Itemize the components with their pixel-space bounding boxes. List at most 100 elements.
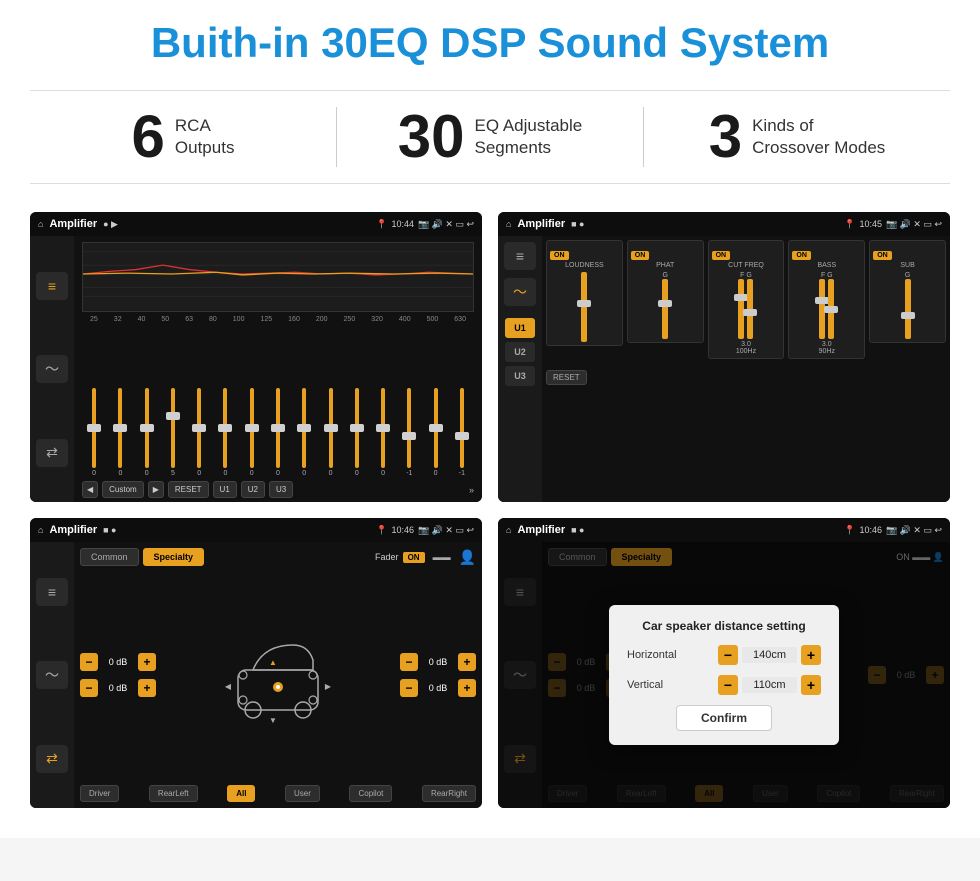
dialog-icons: 📷 🔊 ✕ ▭ ↩ [886, 525, 942, 536]
fader-minus-3[interactable]: − [400, 653, 418, 671]
eq-track-14[interactable] [460, 388, 464, 468]
eq-track-12[interactable] [407, 388, 411, 468]
eq-track-8[interactable] [302, 388, 306, 468]
xover-u2[interactable]: U2 [505, 342, 535, 362]
xover-eq-icon[interactable]: ≡ [504, 242, 536, 270]
eq-sidebar-arrows-btn[interactable]: ⇄ [36, 439, 68, 467]
fader-status-right: 📍 10:46 📷 🔊 ✕ ▭ ↩ [376, 525, 474, 536]
eq-handle-11[interactable] [376, 424, 390, 432]
eq-track-0[interactable] [92, 388, 96, 468]
fader-all-btn[interactable]: All [227, 785, 255, 802]
xover-cutfreq-on[interactable]: ON [712, 251, 731, 260]
eq-home-icon[interactable]: ⌂ [38, 219, 43, 229]
fader-minus-4[interactable]: − [400, 679, 418, 697]
fader-plus-3[interactable]: + [458, 653, 476, 671]
dialog-horizontal-minus[interactable]: − [718, 645, 738, 665]
fader-minus-2[interactable]: − [80, 679, 98, 697]
eq-track-2[interactable] [145, 388, 149, 468]
eq-handle-0[interactable] [87, 424, 101, 432]
dialog-horizontal-plus[interactable]: + [801, 645, 821, 665]
eq-track-1[interactable] [118, 388, 122, 468]
eq-handle-3[interactable] [166, 412, 180, 420]
eq-handle-13[interactable] [429, 424, 443, 432]
eq-track-13[interactable] [434, 388, 438, 468]
fader-copilot-btn[interactable]: Copilot [349, 785, 392, 802]
fader-user-btn[interactable]: User [285, 785, 320, 802]
eq-handle-12[interactable] [402, 432, 416, 440]
eq-sliders: 0 0 0 5 [82, 327, 474, 477]
eq-handle-6[interactable] [245, 424, 259, 432]
svg-text:▲: ▲ [269, 658, 277, 667]
eq-handle-7[interactable] [271, 424, 285, 432]
xover-loudness-on[interactable]: ON [550, 251, 569, 260]
eq-handle-2[interactable] [140, 424, 154, 432]
eq-sidebar-wave-btn[interactable]: 〜 [36, 355, 68, 383]
xover-loudness: ON LOUDNESS [546, 240, 623, 346]
eq-slider-14: -1 [450, 388, 474, 477]
fader-db-row-4: − 0 dB + [400, 679, 476, 697]
eq-u3-btn[interactable]: U3 [269, 481, 293, 498]
fader-car-diagram: ▲ ▼ ◀ ▶ [164, 625, 392, 725]
fader-minus-1[interactable]: − [80, 653, 98, 671]
fader-tab-specialty[interactable]: Specialty [143, 548, 205, 566]
eq-main-area: 25 32 40 50 63 80 100 125 160 200 250 32… [74, 236, 482, 502]
dialog-vertical-minus[interactable]: − [718, 675, 738, 695]
xover-cutfreq-label: CUT FREQ [712, 262, 781, 269]
eq-handle-10[interactable] [350, 424, 364, 432]
eq-next-btn[interactable]: ▶ [148, 481, 164, 498]
confirm-button[interactable]: Confirm [676, 705, 772, 731]
fader-app-title: Amplifier [49, 524, 97, 536]
xover-reset-btn[interactable]: RESET [546, 370, 587, 385]
fader-rearright-btn[interactable]: RearRight [422, 785, 476, 802]
eq-track-5[interactable] [223, 388, 227, 468]
fader-car-svg: ▲ ▼ ◀ ▶ [223, 625, 333, 725]
eq-u2-btn[interactable]: U2 [241, 481, 265, 498]
dialog-home-icon[interactable]: ⌂ [506, 525, 511, 535]
eq-handle-5[interactable] [218, 424, 232, 432]
xover-u1[interactable]: U1 [505, 318, 535, 338]
xover-home-icon[interactable]: ⌂ [506, 219, 511, 229]
eq-track-9[interactable] [329, 388, 333, 468]
dialog-vertical-plus[interactable]: + [801, 675, 821, 695]
fader-sb-eq[interactable]: ≡ [36, 578, 68, 606]
fader-plus-1[interactable]: + [138, 653, 156, 671]
fader-tab-common[interactable]: Common [80, 548, 139, 566]
xover-bass-on[interactable]: ON [792, 251, 811, 260]
eq-handle-8[interactable] [297, 424, 311, 432]
eq-u1-btn[interactable]: U1 [213, 481, 237, 498]
eq-reset-btn[interactable]: RESET [168, 481, 209, 498]
eq-handle-4[interactable] [192, 424, 206, 432]
eq-sidebar-eq-btn[interactable]: ≡ [36, 272, 68, 300]
fader-sb-car[interactable]: ⇄ [36, 745, 68, 773]
xover-sub-on[interactable]: ON [873, 251, 892, 260]
fader-rearleft-btn[interactable]: RearLeft [149, 785, 198, 802]
xover-wave-icon[interactable]: 〜 [504, 278, 536, 306]
eq-prev-btn[interactable]: ◀ [82, 481, 98, 498]
xover-sub-slider[interactable] [905, 279, 911, 339]
fader-sb-wave[interactable]: 〜 [36, 661, 68, 689]
xover-loudness-slider[interactable] [581, 272, 587, 342]
fader-on-badge[interactable]: ON [403, 552, 425, 563]
fader-plus-2[interactable]: + [138, 679, 156, 697]
eq-track-3[interactable] [171, 388, 175, 468]
fader-plus-4[interactable]: + [458, 679, 476, 697]
xover-bass-slider2[interactable] [828, 279, 834, 339]
eq-track-7[interactable] [276, 388, 280, 468]
xover-phat-on[interactable]: ON [631, 251, 650, 260]
eq-track-10[interactable] [355, 388, 359, 468]
xover-phat-slider[interactable] [662, 279, 668, 339]
xover-icons: 📷 🔊 ✕ ▭ ↩ [886, 219, 942, 230]
eq-track-4[interactable] [197, 388, 201, 468]
eq-track-11[interactable] [381, 388, 385, 468]
fader-home-icon[interactable]: ⌂ [38, 525, 43, 535]
eq-track-6[interactable] [250, 388, 254, 468]
xover-screen: ⌂ Amplifier ■ ● 📍 10:45 📷 🔊 ✕ ▭ ↩ ≡ 〜 U1 [498, 212, 950, 502]
stat-eq: 30 EQ AdjustableSegments [337, 107, 643, 167]
fader-driver-btn[interactable]: Driver [80, 785, 119, 802]
xover-u3[interactable]: U3 [505, 366, 535, 386]
eq-handle-14[interactable] [455, 432, 469, 440]
fader-db-left: − 0 dB + − 0 dB + [80, 653, 156, 697]
xover-cutfreq-slider2[interactable] [747, 279, 753, 339]
eq-handle-9[interactable] [324, 424, 338, 432]
eq-handle-1[interactable] [113, 424, 127, 432]
